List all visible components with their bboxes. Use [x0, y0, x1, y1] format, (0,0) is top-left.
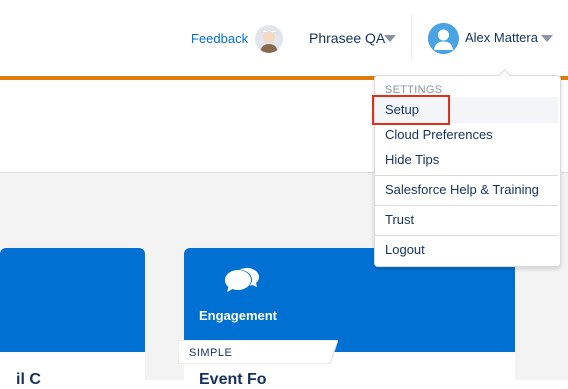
menu-divider [375, 175, 558, 176]
menu-item-cloud-preferences[interactable]: Cloud Preferences [385, 127, 493, 142]
org-switcher[interactable]: Phrasee QA [309, 30, 385, 46]
menu-item-hide-tips[interactable]: Hide Tips [385, 152, 439, 167]
setup-highlight-box [372, 95, 450, 125]
chat-bubbles-icon [224, 266, 260, 298]
user-avatar-icon[interactable] [428, 23, 459, 54]
header-divider [411, 15, 412, 61]
chevron-down-icon[interactable] [384, 35, 396, 42]
menu-divider [375, 205, 558, 206]
simple-tag-label: SIMPLE [189, 347, 233, 359]
engagement-card-subtitle: Event Fo [199, 371, 267, 388]
app-card-left-title: il C [16, 371, 41, 388]
menu-divider [375, 235, 558, 236]
feedback-link[interactable]: Feedback [191, 31, 248, 46]
menu-item-logout[interactable]: Logout [385, 242, 425, 257]
chevron-down-icon[interactable] [541, 35, 553, 42]
engagement-card-title: Engagement [199, 308, 278, 323]
user-menu-trigger[interactable]: Alex Mattera [465, 30, 538, 45]
menu-item-help-training[interactable]: Salesforce Help & Training [385, 182, 539, 197]
menu-item-trust[interactable]: Trust [385, 212, 414, 227]
avatar-icon[interactable] [255, 25, 283, 53]
